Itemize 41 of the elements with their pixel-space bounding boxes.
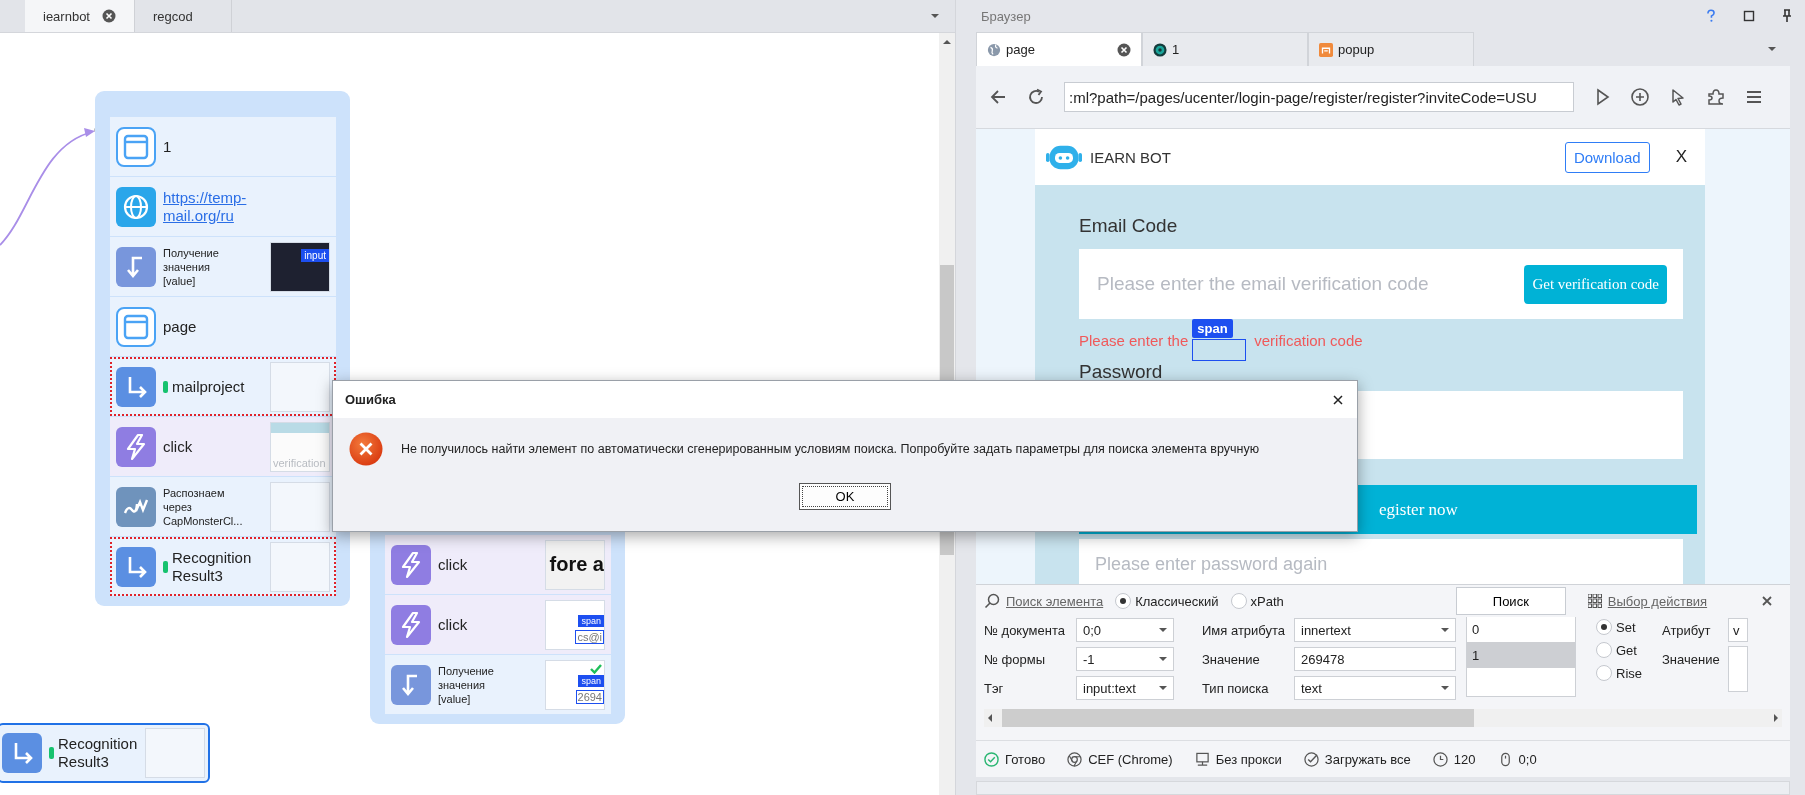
thumbnail-text: 2694 — [575, 689, 604, 704]
thumbnail-text: verification — [272, 456, 326, 471]
brand-name: IEARN BOT — [1090, 148, 1171, 166]
node-label: Получение значения [value] — [163, 245, 220, 288]
node-label: mailproject — [172, 377, 246, 396]
field-label: Атрибут — [1662, 622, 1712, 638]
status-item: Загружать все — [1303, 751, 1411, 767]
field-label: Имя атрибута — [1202, 622, 1287, 638]
thumbnail-text: cs@i — [575, 629, 604, 644]
node-label: click — [438, 555, 469, 574]
field-label: Тип поиска — [1202, 680, 1270, 696]
node-label: click — [163, 437, 194, 456]
status-item: Готово — [984, 751, 1046, 767]
error-message: verification code — [1254, 331, 1363, 349]
tag-label: input — [301, 248, 329, 262]
node-label: RecognitionResult3 — [58, 735, 138, 771]
status-item: 120 — [1432, 751, 1476, 767]
field-label: № формы — [984, 651, 1046, 667]
status-item: 0;0 — [1497, 751, 1537, 767]
tag-label: span — [578, 614, 604, 627]
dialog-message: Не получилось найти элемент по автоматически сгенерированным условиям поиска. Попробуйте задать параметры для поиска элемента вручную — [401, 442, 1259, 456]
field-label: Тэг — [984, 680, 1005, 696]
field-label: № документа — [984, 622, 1066, 638]
field-label: Password — [1079, 361, 1164, 384]
error-message: Please enter the — [1079, 331, 1189, 349]
tag-label: span — [578, 674, 604, 687]
dialog-title: Ошибка — [345, 392, 396, 407]
field-label: Значение — [1662, 651, 1721, 667]
field-label: Значение — [1202, 651, 1261, 667]
status-item: CEF (Chrome) — [1067, 751, 1173, 767]
node-label: Получение значения [value] — [438, 663, 495, 706]
node-label: 1 — [163, 137, 173, 156]
thumbnail-text: fore a — [549, 553, 604, 576]
node-label: click — [438, 615, 469, 634]
node-label: Распознаем через CapMonsterCl... — [163, 485, 241, 528]
element-tag-label: span — [1192, 319, 1233, 338]
panel-title: Браузер — [981, 8, 1031, 24]
status-item: Без прокси — [1194, 751, 1282, 767]
node-label: page — [163, 317, 198, 336]
node-label: RecognitionResult3 — [172, 548, 252, 585]
field-label: Email Code — [1079, 215, 1179, 238]
